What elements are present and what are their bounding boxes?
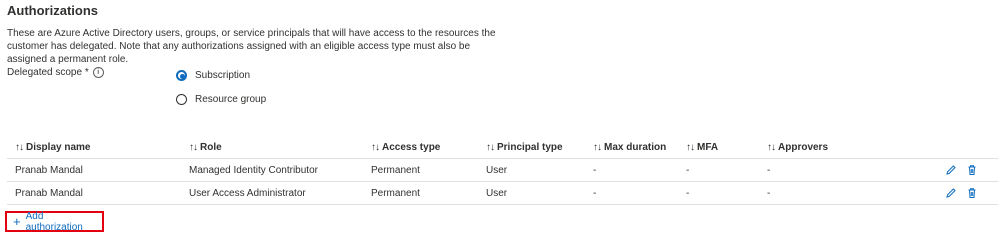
cell-approvers: - [767, 181, 917, 205]
cell-mfa: - [686, 158, 767, 182]
cell-role: User Access Administrator [189, 181, 371, 205]
column-header-display-name[interactable]: ↑↓ Display name [7, 136, 189, 159]
sort-arrows-icon: ↑↓ [686, 141, 695, 153]
table-header-row: ↑↓ Display name ↑↓ Role ↑↓ Access type ↑↓ Pr… [7, 136, 998, 159]
scope-option-resource-group[interactable]: Resource group [176, 94, 266, 105]
cell-principal-type: User [486, 158, 593, 182]
sort-arrows-icon: ↑↓ [767, 141, 776, 153]
section-description: These are Azure Active Directory users, … [7, 28, 496, 65]
cell-access-type: Permanent [371, 158, 486, 182]
row-actions [917, 158, 998, 182]
column-header-role[interactable]: ↑↓ Role [189, 136, 371, 159]
sort-arrows-icon: ↑↓ [486, 141, 495, 153]
add-authorization-button[interactable]: + Add authorization [5, 210, 104, 233]
delete-trash-icon[interactable] [966, 187, 978, 199]
scope-option-label: Resource group [195, 94, 267, 105]
section-title: Authorizations [7, 3, 98, 18]
cell-principal-type: User [486, 181, 593, 205]
cell-access-type: Permanent [371, 181, 486, 205]
scope-option-subscription[interactable]: Subscription [176, 70, 250, 81]
column-header-approvers[interactable]: ↑↓ Approvers [767, 136, 917, 159]
delete-trash-icon[interactable] [966, 164, 978, 176]
radio-unselected-icon[interactable] [176, 94, 187, 105]
column-header-access-type[interactable]: ↑↓ Access type [371, 136, 486, 159]
add-authorization-label: Add authorization [25, 210, 83, 233]
column-header-max-duration[interactable]: ↑↓ Max duration [593, 136, 686, 159]
sort-arrows-icon: ↑↓ [15, 141, 24, 153]
edit-pencil-icon[interactable] [945, 164, 957, 176]
radio-selected-icon[interactable] [176, 70, 187, 81]
delegated-scope-label: Delegated scope * i [7, 67, 104, 78]
table-row: Pranab Mandal Managed Identity Contribut… [7, 158, 998, 182]
delegated-scope-label-text: Delegated scope * [7, 67, 89, 78]
cell-mfa: - [686, 181, 767, 205]
cell-approvers: - [767, 158, 917, 182]
column-header-mfa[interactable]: ↑↓ MFA [686, 136, 767, 159]
column-header-principal-type[interactable]: ↑↓ Principal type [486, 136, 593, 159]
scope-option-label: Subscription [195, 70, 251, 81]
cell-display-name: Pranab Mandal [7, 158, 189, 182]
info-icon[interactable]: i [92, 67, 104, 78]
column-header-actions [917, 136, 998, 159]
cell-max-duration: - [593, 158, 686, 182]
sort-arrows-icon: ↑↓ [371, 141, 380, 153]
cell-max-duration: - [593, 181, 686, 205]
plus-icon: + [13, 213, 21, 229]
authorizations-table: ↑↓ Display name ↑↓ Role ↑↓ Access type ↑↓ Pr… [7, 136, 998, 205]
edit-pencil-icon[interactable] [945, 187, 957, 199]
cell-display-name: Pranab Mandal [7, 181, 189, 205]
sort-arrows-icon: ↑↓ [189, 141, 198, 153]
cell-role: Managed Identity Contributor [189, 158, 371, 182]
table-row: Pranab Mandal User Access Administrator … [7, 181, 998, 205]
row-actions [917, 181, 998, 205]
sort-arrows-icon: ↑↓ [593, 141, 602, 153]
